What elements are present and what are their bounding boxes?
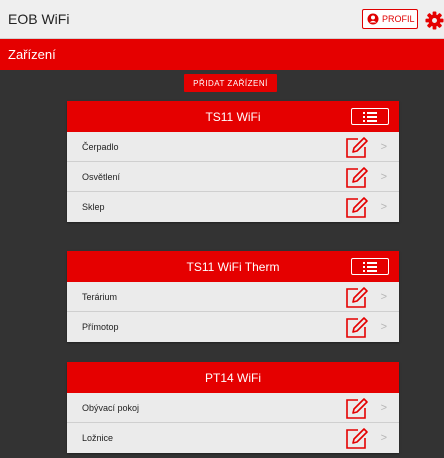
pencil-square-icon[interactable] — [345, 286, 369, 309]
pencil-square-icon[interactable] — [345, 136, 369, 159]
item-label: Ložnice — [82, 433, 114, 443]
item-label: Sklep — [82, 202, 105, 212]
chevron-right-icon: > — [380, 321, 387, 333]
add-device-button[interactable]: PŘIDAT ZAŘÍZENÍ — [184, 74, 277, 92]
item-label: Čerpadlo — [82, 141, 119, 152]
item-label: Obývací pokoj — [82, 402, 140, 413]
top-bar: EOB WiFi PROFIL — [0, 0, 444, 39]
pencil-square-icon[interactable] — [345, 427, 369, 450]
list-icon — [363, 111, 377, 122]
item-label: Osvětlení — [82, 171, 121, 182]
app-title: EOB WiFi — [8, 11, 70, 27]
device-card-pt14-wifi: PT14 WiFi Obývací pokoj > Ložnice > — [67, 362, 399, 453]
chevron-right-icon: > — [380, 171, 387, 183]
list-item[interactable]: Terárium > — [67, 282, 399, 312]
item-label: Terárium — [82, 291, 118, 302]
profile-button[interactable]: PROFIL — [362, 9, 418, 29]
device-card-header: TS11 WiFi Therm — [67, 251, 399, 282]
device-card-header: TS11 WiFi — [67, 101, 399, 132]
list-item[interactable]: Přímotop > — [67, 312, 399, 342]
item-label: Přímotop — [82, 322, 119, 332]
device-menu-button[interactable] — [351, 258, 389, 275]
chevron-right-icon: > — [380, 201, 387, 213]
pencil-square-icon[interactable] — [345, 397, 369, 420]
device-card-ts11-wifi-therm: TS11 WiFi Therm Terárium > Přímotop > — [67, 251, 399, 342]
chevron-right-icon: > — [380, 402, 387, 414]
list-item[interactable]: Čerpadlo > — [67, 132, 399, 162]
section-header: Zařízení — [0, 39, 444, 70]
list-item[interactable]: Osvětlení > — [67, 162, 399, 192]
device-card-ts11-wifi: TS11 WiFi Čerpadlo > Osvětlení > Sklep > — [67, 101, 399, 222]
pencil-square-icon[interactable] — [345, 196, 369, 219]
device-name: TS11 WiFi — [205, 109, 261, 124]
list-item[interactable]: Ložnice > — [67, 423, 399, 453]
device-name: PT14 WiFi — [204, 370, 261, 385]
user-circle-icon — [367, 13, 379, 25]
list-item[interactable]: Obývací pokoj > — [67, 393, 399, 423]
gear-icon[interactable] — [425, 11, 444, 30]
profile-label: PROFIL — [382, 14, 415, 24]
device-name: TS11 WiFi Therm — [186, 259, 280, 274]
device-card-header: PT14 WiFi — [67, 362, 399, 393]
chevron-right-icon: > — [380, 432, 387, 444]
device-menu-button[interactable] — [351, 108, 389, 125]
section-title: Zařízení — [8, 47, 56, 62]
pencil-square-icon[interactable] — [345, 316, 369, 339]
list-icon — [363, 261, 377, 272]
chevron-right-icon: > — [380, 141, 387, 153]
list-item[interactable]: Sklep > — [67, 192, 399, 222]
pencil-square-icon[interactable] — [345, 166, 369, 189]
chevron-right-icon: > — [380, 291, 387, 303]
